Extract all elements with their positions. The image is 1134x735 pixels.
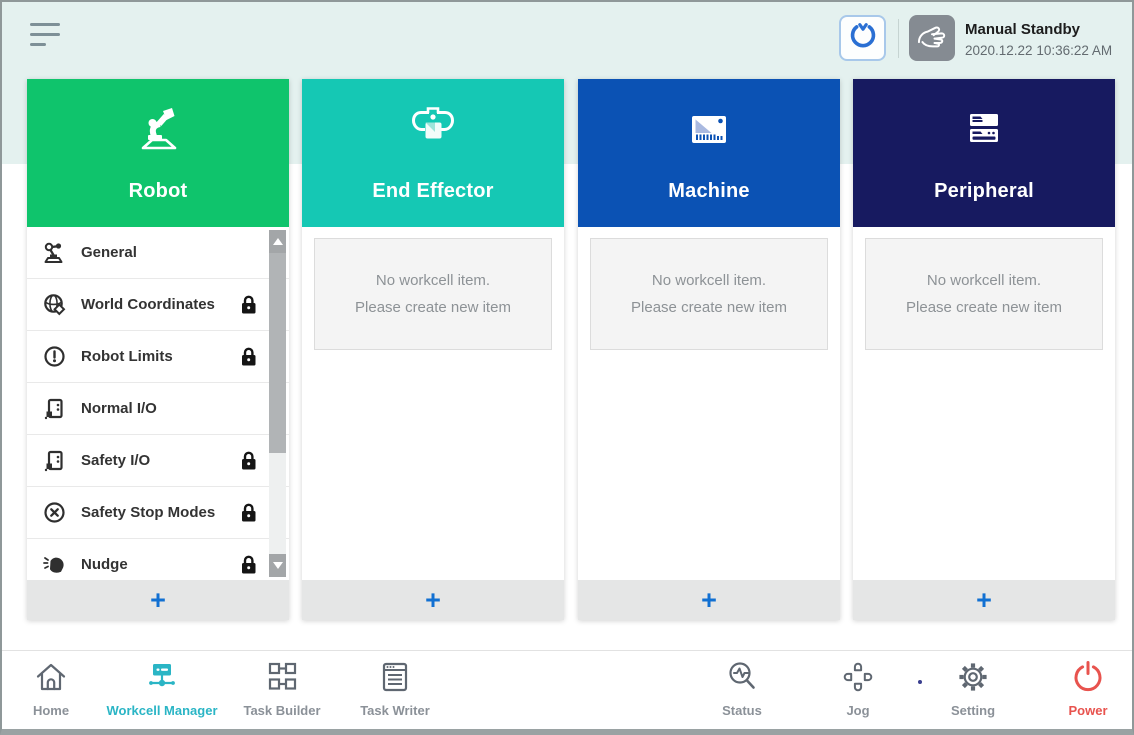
nav-setting[interactable]: Setting [923, 657, 1023, 718]
lock-icon [240, 294, 257, 315]
menu-item-robot-limits[interactable]: Robot Limits [27, 331, 289, 383]
add-end-effector-item-button[interactable]: + [302, 580, 564, 620]
nav-label: Setting [951, 703, 995, 718]
general-robot-icon [42, 240, 67, 265]
nav-workcell-manager[interactable]: Workcell Manager [97, 657, 227, 718]
lock-icon [240, 554, 257, 575]
scroll-up-button[interactable] [269, 230, 286, 253]
menu-item-world-coordinates[interactable]: World Coordinates [27, 279, 289, 331]
bottom-navigation-bar: Home Workcell Manager [2, 650, 1132, 729]
empty-state-line2: Please create new item [631, 294, 787, 321]
gripper-icon [843, 16, 883, 61]
add-machine-item-button[interactable]: + [578, 580, 840, 620]
workcell-column-peripheral: Peripheral No workcell item. Please crea… [853, 79, 1115, 620]
menu-item-normal-io[interactable]: Normal I/O [27, 383, 289, 435]
robot-limits-icon [42, 344, 67, 369]
empty-state-box: No workcell item. Please create new item [590, 238, 828, 350]
hamburger-menu-icon[interactable] [30, 23, 64, 53]
machine-icon [681, 103, 737, 164]
robot-column-title: Robot [129, 180, 188, 203]
menu-item-safety-io[interactable]: Safety I/O [27, 435, 289, 487]
nav-label: Task Writer [360, 703, 430, 718]
menu-item-label: World Coordinates [81, 296, 226, 313]
nav-label: Status [722, 703, 762, 718]
nav-label: Power [1068, 703, 1107, 718]
peripheral-column-header: Peripheral [853, 79, 1115, 227]
empty-state-line2: Please create new item [355, 294, 511, 321]
end-effector-column-header: End Effector [302, 79, 564, 227]
workcell-column-end-effector: End Effector No workcell item. Please cr… [302, 79, 564, 620]
nav-task-builder[interactable]: Task Builder [222, 657, 342, 718]
machine-column-title: Machine [668, 180, 749, 203]
nav-label: Task Builder [243, 703, 320, 718]
nav-status[interactable]: Status [692, 657, 792, 718]
lock-icon [240, 450, 257, 471]
robot-arm-icon [130, 103, 186, 164]
menu-item-label: General [81, 244, 257, 261]
workcell-column-robot: Robot General [27, 79, 289, 620]
robot-mode-status: Manual Standby [965, 19, 1112, 41]
nav-label: Home [33, 703, 69, 718]
app-window: Manual Standby 2020.12.22 10:36:22 AM Ro… [0, 0, 1134, 735]
io-icon [42, 448, 67, 473]
add-peripheral-item-button[interactable]: + [853, 580, 1115, 620]
jog-dpad-icon [838, 657, 878, 702]
peripheral-server-icon [956, 103, 1012, 164]
gear-icon [953, 657, 993, 702]
task-writer-icon [375, 657, 415, 702]
menu-item-safety-stop-modes[interactable]: Safety Stop Modes [27, 487, 289, 539]
topbar-divider [898, 19, 899, 58]
empty-state-line1: No workcell item. [376, 267, 490, 294]
world-coordinates-icon [42, 292, 67, 317]
io-icon [42, 396, 67, 421]
empty-state-line2: Please create new item [906, 294, 1062, 321]
lock-icon [240, 346, 257, 367]
nav-label: Jog [846, 703, 869, 718]
empty-state-box: No workcell item. Please create new item [865, 238, 1103, 350]
empty-state-box: No workcell item. Please create new item [314, 238, 552, 350]
menu-item-label: Robot Limits [81, 348, 226, 365]
nav-home[interactable]: Home [11, 657, 91, 718]
menu-item-label: Normal I/O [81, 400, 257, 417]
menu-item-label: Safety I/O [81, 452, 226, 469]
hand-icon [912, 16, 952, 61]
peripheral-column-title: Peripheral [934, 180, 1034, 203]
nav-jog[interactable]: Jog [808, 657, 908, 718]
empty-state-line1: No workcell item. [652, 267, 766, 294]
status-timestamp: 2020.12.22 10:36:22 AM [965, 41, 1112, 61]
power-icon [1068, 657, 1108, 702]
end-effector-column-title: End Effector [372, 180, 493, 203]
nav-power[interactable]: Power [1038, 657, 1134, 718]
add-robot-item-button[interactable]: + [27, 580, 289, 620]
workcell-column-machine: Machine No workcell item. Please create … [578, 79, 840, 620]
nudge-icon [42, 552, 67, 577]
menu-item-label: Safety Stop Modes [81, 504, 226, 521]
menu-item-label: Nudge [81, 556, 226, 573]
nav-separator-dot [918, 680, 922, 684]
workcell-manager-icon [142, 657, 182, 702]
nav-label: Workcell Manager [106, 703, 217, 718]
scrollbar-thumb[interactable] [269, 253, 286, 453]
task-builder-icon [262, 657, 302, 702]
lock-icon [240, 502, 257, 523]
nav-task-writer[interactable]: Task Writer [335, 657, 455, 718]
menu-item-nudge[interactable]: Nudge [27, 539, 289, 580]
machine-column-header: Machine [578, 79, 840, 227]
safety-stop-icon [42, 500, 67, 525]
manual-mode-button[interactable] [909, 15, 955, 61]
home-icon [31, 657, 71, 702]
robot-list-scrollbar[interactable] [269, 230, 286, 577]
gripper-tool-icon [405, 103, 461, 164]
robot-column-header: Robot [27, 79, 289, 227]
robot-gripper-button[interactable] [839, 15, 886, 61]
status-pulse-icon [722, 657, 762, 702]
empty-state-line1: No workcell item. [927, 267, 1041, 294]
menu-item-general[interactable]: General [27, 227, 289, 279]
scroll-down-button[interactable] [269, 554, 286, 577]
robot-menu-list: General World Coordinates [27, 227, 289, 580]
